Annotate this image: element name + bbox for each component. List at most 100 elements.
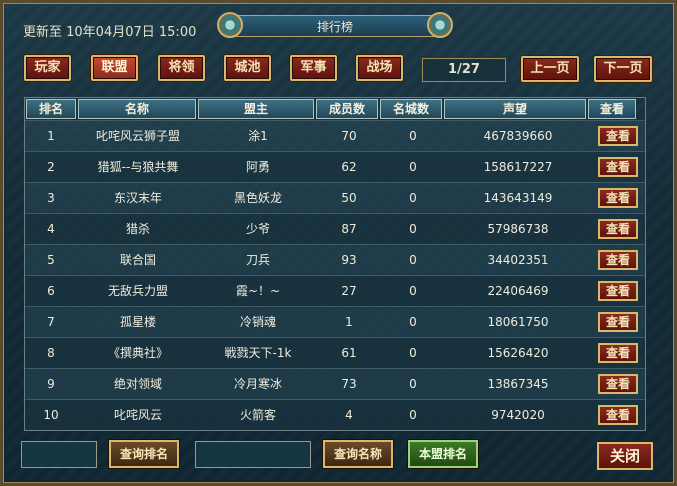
cell-leader: 黑色妖龙 bbox=[233, 191, 282, 205]
cell-name: 无敌兵力盟 bbox=[107, 284, 168, 298]
next-page-button[interactable]: 下一页 bbox=[594, 56, 652, 82]
view-button[interactable]: 查看 bbox=[598, 374, 638, 394]
cell-view: 查看 bbox=[591, 121, 645, 151]
name-search-input[interactable] bbox=[195, 441, 311, 468]
cell-name: 绝对领域 bbox=[113, 377, 162, 391]
cell-leader: 火箭客 bbox=[239, 408, 276, 422]
window-title: 排行榜 bbox=[316, 20, 353, 34]
cell-prestige: 34402351 bbox=[487, 253, 549, 267]
col-header-name: 名称 bbox=[78, 99, 196, 119]
cell-rank: 1 bbox=[47, 129, 55, 143]
cell-prestige: 22406469 bbox=[487, 284, 549, 298]
cell-prestige: 18061750 bbox=[487, 315, 549, 329]
cell-view: 查看 bbox=[591, 183, 645, 213]
cell-rank: 5 bbox=[47, 253, 55, 267]
cell-cities: 0 bbox=[409, 129, 417, 143]
table-body: 1 叱咤风云狮子盟 涂1 70 0 467839660 查看 2 猎狐--与狼共… bbox=[25, 120, 645, 430]
cell-name: 猎杀 bbox=[125, 222, 150, 236]
tab-players[interactable]: 玩家 bbox=[24, 55, 71, 81]
cell-leader: 戦戮天下-1k bbox=[224, 346, 292, 360]
cell-view: 查看 bbox=[591, 400, 645, 430]
cell-cities: 0 bbox=[409, 160, 417, 174]
col-header-prestige: 声望 bbox=[444, 99, 586, 119]
table-row: 8 《撰典社》 戦戮天下-1k 61 0 15626420 查看 bbox=[25, 337, 645, 368]
view-button[interactable]: 查看 bbox=[598, 126, 638, 146]
col-header-view: 查看 bbox=[588, 99, 636, 119]
close-button[interactable]: 关闭 bbox=[597, 442, 653, 470]
title-plate: 排行榜 bbox=[215, 12, 455, 38]
cell-view: 查看 bbox=[591, 276, 645, 306]
col-header-rank: 排名 bbox=[26, 99, 76, 119]
cell-rank: 6 bbox=[47, 284, 55, 298]
cell-rank: 9 bbox=[47, 377, 55, 391]
query-rank-button[interactable]: 查询排名 bbox=[109, 440, 179, 468]
table-row: 1 叱咤风云狮子盟 涂1 70 0 467839660 查看 bbox=[25, 120, 645, 151]
cell-name: 叱咤风云狮子盟 bbox=[95, 129, 180, 143]
tab-battlefield[interactable]: 战场 bbox=[356, 55, 403, 81]
cell-cities: 0 bbox=[409, 377, 417, 391]
query-name-button[interactable]: 查询名称 bbox=[323, 440, 393, 468]
view-button[interactable]: 查看 bbox=[598, 405, 638, 425]
view-button[interactable]: 查看 bbox=[598, 250, 638, 270]
tab-military[interactable]: 军事 bbox=[290, 55, 337, 81]
prev-page-button[interactable]: 上一页 bbox=[521, 56, 579, 82]
update-timestamp: 更新至 10年04月07日 15:00 bbox=[23, 25, 197, 40]
cell-view: 查看 bbox=[591, 307, 645, 337]
cell-view: 查看 bbox=[591, 245, 645, 275]
cell-cities: 0 bbox=[409, 408, 417, 422]
view-button[interactable]: 查看 bbox=[598, 188, 638, 208]
cell-members: 4 bbox=[345, 408, 353, 422]
cell-prestige: 467839660 bbox=[483, 129, 553, 143]
tab-generals[interactable]: 将领 bbox=[158, 55, 205, 81]
cell-leader: 阿勇 bbox=[245, 160, 270, 174]
cell-members: 93 bbox=[341, 253, 357, 267]
cell-view: 查看 bbox=[591, 338, 645, 368]
cell-view: 查看 bbox=[591, 369, 645, 399]
tab-cities[interactable]: 城池 bbox=[224, 55, 271, 81]
cell-name: 《撰典社》 bbox=[107, 346, 168, 360]
cell-members: 50 bbox=[341, 191, 357, 205]
rank-search-input[interactable] bbox=[21, 441, 97, 468]
ranking-table: 排名 名称 盟主 成员数 名城数 声望 查看 1 叱咤风云狮子盟 涂1 70 0… bbox=[24, 97, 646, 431]
table-row: 4 猎杀 少爷 87 0 57986738 查看 bbox=[25, 213, 645, 244]
cell-cities: 0 bbox=[409, 284, 417, 298]
col-header-cities: 名城数 bbox=[380, 99, 442, 119]
table-row: 5 联合国 刀兵 93 0 34402351 查看 bbox=[25, 244, 645, 275]
view-button[interactable]: 查看 bbox=[598, 219, 638, 239]
view-button[interactable]: 查看 bbox=[598, 343, 638, 363]
cell-leader: 涂1 bbox=[248, 129, 268, 143]
cell-cities: 0 bbox=[409, 315, 417, 329]
cell-prestige: 143643149 bbox=[483, 191, 553, 205]
cell-members: 61 bbox=[341, 346, 357, 360]
cell-members: 73 bbox=[341, 377, 357, 391]
my-alliance-rank-button[interactable]: 本盟排名 bbox=[408, 440, 478, 468]
cell-members: 1 bbox=[345, 315, 353, 329]
cell-cities: 0 bbox=[409, 253, 417, 267]
table-header: 排名 名称 盟主 成员数 名城数 声望 查看 bbox=[25, 98, 645, 120]
cell-leader: 冷月寒冰 bbox=[233, 377, 282, 391]
table-row: 2 猎狐--与狼共舞 阿勇 62 0 158617227 查看 bbox=[25, 151, 645, 182]
col-header-members: 成员数 bbox=[316, 99, 378, 119]
cell-rank: 2 bbox=[47, 160, 55, 174]
table-row: 10 叱咤风云 火箭客 4 0 9742020 查看 bbox=[25, 399, 645, 430]
cell-prestige: 15626420 bbox=[487, 346, 549, 360]
cell-prestige: 158617227 bbox=[483, 160, 553, 174]
cell-cities: 0 bbox=[409, 191, 417, 205]
table-row: 3 东汉末年 黑色妖龙 50 0 143643149 查看 bbox=[25, 182, 645, 213]
cell-members: 62 bbox=[341, 160, 357, 174]
cell-leader: 少爷 bbox=[245, 222, 270, 236]
cell-leader: 冷销魂 bbox=[239, 315, 276, 329]
cell-rank: 4 bbox=[47, 222, 55, 236]
cell-rank: 3 bbox=[47, 191, 55, 205]
cell-view: 查看 bbox=[591, 152, 645, 182]
view-button[interactable]: 查看 bbox=[598, 312, 638, 332]
cell-members: 87 bbox=[341, 222, 357, 236]
cell-name: 联合国 bbox=[119, 253, 156, 267]
page-indicator: 1/27 bbox=[422, 58, 506, 82]
view-button[interactable]: 查看 bbox=[598, 157, 638, 177]
tab-alliance[interactable]: 联盟 bbox=[91, 55, 138, 81]
table-row: 9 绝对领域 冷月寒冰 73 0 13867345 查看 bbox=[25, 368, 645, 399]
cell-name: 猎狐--与狼共舞 bbox=[97, 160, 179, 174]
view-button[interactable]: 查看 bbox=[598, 281, 638, 301]
cell-leader: 霞~！~ bbox=[235, 284, 281, 298]
